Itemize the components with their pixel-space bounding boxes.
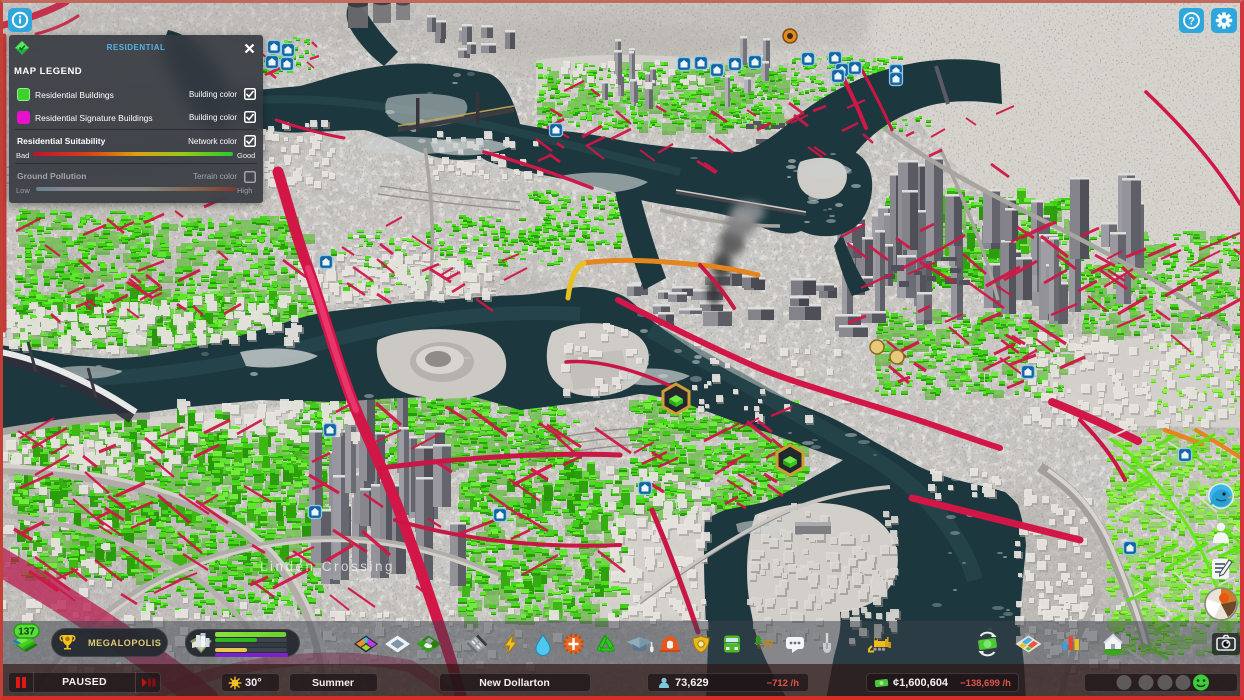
- svg-text:Linden Crossing: Linden Crossing: [260, 559, 395, 574]
- svg-text:?: ?: [1188, 16, 1195, 28]
- svg-text:137: 137: [18, 627, 35, 638]
